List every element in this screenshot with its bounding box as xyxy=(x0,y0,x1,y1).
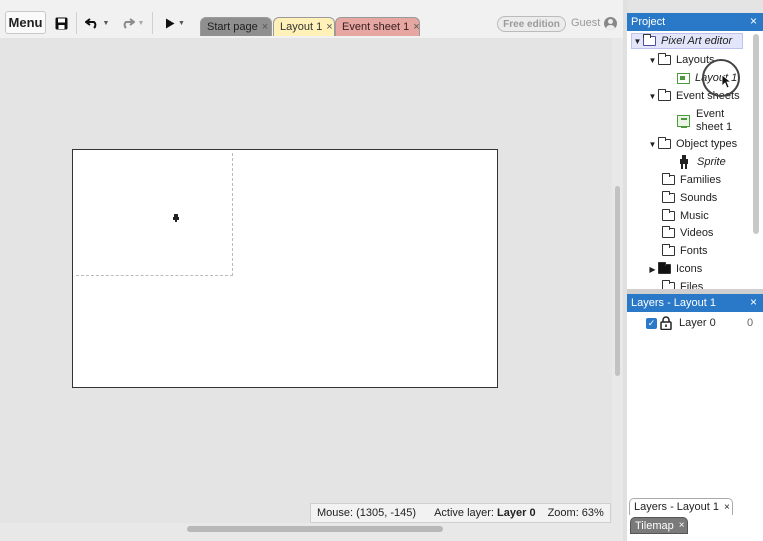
collapse-arrow-icon[interactable]: ▼ xyxy=(632,37,643,46)
tab-event-sheet-1[interactable]: Event sheet 1 × xyxy=(335,17,420,36)
active-layer: Active layer: Layer 0 xyxy=(420,507,540,519)
close-icon[interactable]: × xyxy=(262,21,271,33)
tree-item-label: Families xyxy=(680,174,721,186)
tab-start-page[interactable]: Start page × xyxy=(200,17,272,36)
tree-item-project-root[interactable]: ▼ Pixel Art editor xyxy=(631,33,743,49)
collapse-arrow-icon[interactable]: ▼ xyxy=(647,92,658,101)
tree-item-fonts[interactable]: Fonts xyxy=(662,243,708,259)
tab-label: Layers - Layout 1 xyxy=(634,501,719,513)
close-icon[interactable]: × xyxy=(750,295,757,309)
active-layer-value: Layer 0 xyxy=(497,507,536,519)
tree-item-label: Sprite xyxy=(697,156,726,168)
folder-icon xyxy=(662,173,675,185)
tab-label: Layout 1 xyxy=(280,21,323,33)
tree-item-sprite[interactable]: Sprite xyxy=(679,154,726,170)
status-bar: Mouse: (1305, -145) Active layer: Layer … xyxy=(310,503,611,523)
toolbar-separator xyxy=(152,12,153,34)
close-icon[interactable]: × xyxy=(750,14,757,28)
tab-label: Tilemap xyxy=(635,519,674,532)
tree-item-label: Fonts xyxy=(680,245,708,257)
folder-icon xyxy=(662,226,675,238)
tab-label: Start page xyxy=(207,21,258,33)
vertical-scrollbar-thumb[interactable] xyxy=(615,186,620,376)
folder-icon xyxy=(643,34,656,46)
layer-name[interactable]: Layer 0 xyxy=(679,317,716,329)
layer-visible-checkbox[interactable]: ✓ xyxy=(646,318,657,329)
folder-icon xyxy=(662,209,675,221)
zoom-level: Zoom: 63% xyxy=(547,507,604,519)
tab-tilemap[interactable]: Tilemap × xyxy=(630,517,688,534)
tab-layout-1[interactable]: Layout 1 × xyxy=(273,17,335,36)
tree-item-label: Icons xyxy=(676,263,703,275)
horizontal-scrollbar-thumb[interactable] xyxy=(187,526,443,532)
sprite-instance[interactable] xyxy=(173,214,179,222)
mouse-position: Mouse: (1305, -145) xyxy=(317,507,417,519)
viewport-outline xyxy=(76,153,233,276)
tree-item-music[interactable]: Music xyxy=(662,208,709,224)
user-icon[interactable] xyxy=(604,17,617,30)
tree-item-layouts[interactable]: ▼ Layouts xyxy=(647,52,715,68)
sprite-icon xyxy=(680,155,688,169)
play-dropdown-icon[interactable]: ▼ xyxy=(178,20,185,27)
project-panel-title: Project xyxy=(631,16,666,28)
play-icon[interactable]: ▼ xyxy=(162,13,188,33)
layout-icon xyxy=(677,72,690,84)
cursor-highlight xyxy=(702,59,740,97)
tree-item-families[interactable]: Families xyxy=(662,172,721,188)
menu-button[interactable]: Menu xyxy=(5,11,46,34)
tree-item-label-line: Event xyxy=(696,108,725,120)
active-layer-prefix: Active layer: xyxy=(434,507,494,519)
free-edition-badge[interactable]: Free edition xyxy=(497,16,566,32)
tree-item-label-line: sheet 1 xyxy=(696,121,733,133)
project-panel-header: Project × xyxy=(627,13,763,31)
folder-icon xyxy=(658,262,671,274)
lock-icon[interactable] xyxy=(660,316,672,330)
layers-panel-title: Layers - Layout 1 xyxy=(631,297,716,309)
expand-arrow-icon[interactable]: ▶ xyxy=(647,265,658,274)
redo-dropdown-icon[interactable]: ▼ xyxy=(138,20,145,27)
tree-item-label: Event sheet 1 xyxy=(696,108,732,134)
tab-layers[interactable]: Layers - Layout 1 × xyxy=(629,498,733,515)
guest-label[interactable]: Guest xyxy=(571,17,600,29)
tree-item-videos[interactable]: Videos xyxy=(662,225,713,241)
folder-icon xyxy=(658,137,671,149)
tree-item-icons[interactable]: ▶ Icons xyxy=(647,261,702,277)
mouse-cursor-icon xyxy=(722,75,732,89)
tree-item-label: Sounds xyxy=(680,192,718,204)
tree-item-label: Music xyxy=(680,210,709,222)
close-icon[interactable]: × xyxy=(326,21,334,33)
folder-icon xyxy=(662,191,675,203)
close-icon[interactable]: × xyxy=(679,520,685,531)
folder-icon xyxy=(658,89,671,101)
layer-instance-count: 0 xyxy=(747,317,754,329)
undo-dropdown-icon[interactable]: ▼ xyxy=(103,20,110,27)
tree-item-label: Files xyxy=(680,281,704,289)
layout-area[interactable] xyxy=(72,149,498,388)
toolbar: Menu ▼ ▼ ▼ Start page × Layout 1 × Event… xyxy=(0,0,623,38)
close-icon[interactable]: × xyxy=(724,502,730,513)
save-icon[interactable] xyxy=(53,13,69,33)
tree-item-label: Pixel Art editor xyxy=(661,35,733,47)
undo-icon[interactable]: ▼ xyxy=(84,13,110,33)
project-tree: ▼ Pixel Art editor ▼ Layouts Layout 1 ▼ … xyxy=(627,31,763,289)
toolbar-separator xyxy=(76,12,77,34)
tree-item-object-types[interactable]: ▼ Object types xyxy=(647,136,737,152)
tree-item-label: Object types xyxy=(676,138,738,150)
tree-item-sounds[interactable]: Sounds xyxy=(662,190,717,206)
tab-label: Event sheet 1 xyxy=(342,21,410,33)
tree-item-files[interactable]: Files xyxy=(662,279,703,289)
layers-panel-header: Layers - Layout 1 × xyxy=(627,294,763,312)
collapse-arrow-icon[interactable]: ▼ xyxy=(647,56,658,65)
collapse-arrow-icon[interactable]: ▼ xyxy=(647,140,658,149)
redo-icon[interactable]: ▼ xyxy=(118,13,146,33)
tree-item-label: Videos xyxy=(680,227,714,239)
layout-canvas[interactable] xyxy=(0,38,612,523)
close-icon[interactable]: × xyxy=(413,21,419,33)
tree-item-event-sheet-1[interactable]: Event sheet 1 xyxy=(677,107,732,135)
folder-icon xyxy=(662,280,675,289)
folder-icon xyxy=(662,244,675,256)
project-scrollbar-thumb[interactable] xyxy=(753,34,759,234)
folder-icon xyxy=(658,53,671,65)
event-sheet-icon xyxy=(677,115,690,128)
